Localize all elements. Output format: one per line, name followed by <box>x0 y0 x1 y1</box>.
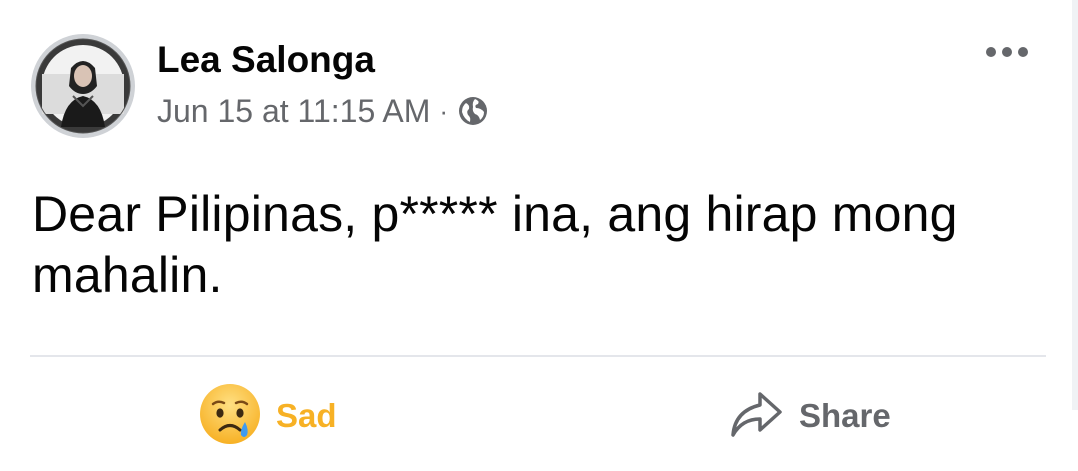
sad-reaction-label: Sad <box>276 397 337 434</box>
post-text: Dear Pilipinas, p***** ina, ang hirap mo… <box>32 186 958 303</box>
share-arrow-icon <box>727 388 785 445</box>
divider <box>30 355 1046 357</box>
more-horizontal-icon <box>986 47 1028 57</box>
meta-separator: · <box>439 95 449 126</box>
sad-reaction-button[interactable]: Sad <box>198 380 337 452</box>
sad-emoji-icon <box>198 382 262 451</box>
post-meta: Jun 15 at 11:15 AM · <box>157 91 489 131</box>
share-label: Share <box>799 397 891 434</box>
globe-icon[interactable] <box>457 95 489 127</box>
share-button[interactable]: Share <box>727 380 891 452</box>
author-name[interactable]: Lea Salonga <box>157 38 375 82</box>
avatar[interactable] <box>31 34 135 138</box>
facebook-post: Lea Salonga Jun 15 at 11:15 AM · Dear Pi… <box>0 0 1078 471</box>
scrollbar-track[interactable] <box>1072 0 1078 410</box>
more-options-button[interactable] <box>983 36 1031 68</box>
post-timestamp[interactable]: Jun 15 at 11:15 AM <box>157 93 430 130</box>
